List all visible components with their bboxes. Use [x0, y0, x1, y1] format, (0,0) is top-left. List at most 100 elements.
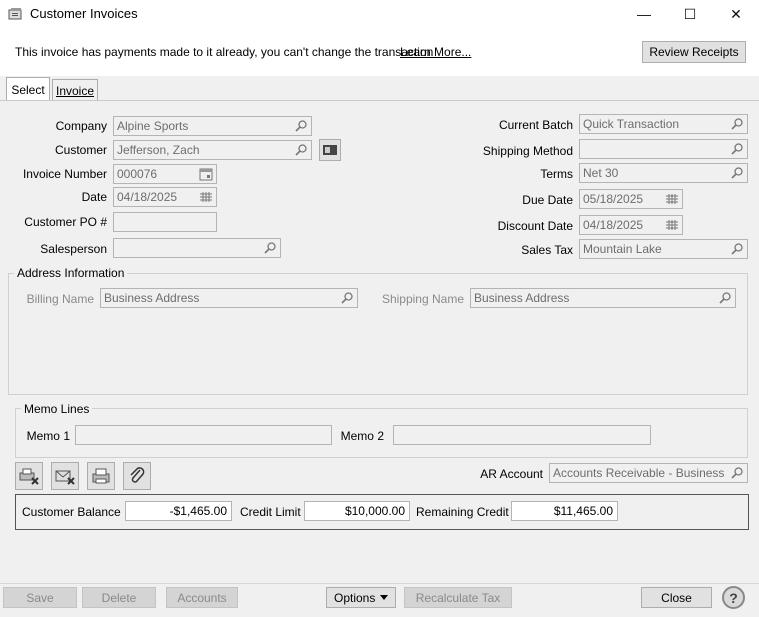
due-date-label: Due Date: [522, 193, 573, 207]
search-icon[interactable]: [718, 291, 732, 305]
search-icon[interactable]: [340, 291, 354, 305]
customer-detail-button[interactable]: [319, 139, 341, 161]
ar-account-value: Accounts Receivable - Business: [553, 466, 725, 480]
close-button[interactable]: Close: [641, 587, 712, 608]
printer-icon: [92, 468, 110, 484]
calendar-icon[interactable]: [665, 192, 679, 206]
print-delete-button[interactable]: [15, 462, 43, 490]
memo1-label: Memo 1: [26, 429, 70, 443]
terms-label: Terms: [540, 167, 573, 181]
bottom-divider: [0, 583, 759, 584]
remaining-credit-value: $11,465.00: [511, 501, 618, 521]
company-field[interactable]: Alpine Sports: [113, 116, 312, 136]
email-delete-button[interactable]: [51, 462, 79, 490]
search-icon[interactable]: [730, 117, 744, 131]
current-batch-label: Current Batch: [498, 118, 573, 132]
search-icon[interactable]: [263, 241, 277, 255]
minimize-button[interactable]: —: [621, 0, 667, 28]
customer-balance-label: Customer Balance: [22, 505, 121, 519]
date-field[interactable]: 04/18/2025: [113, 187, 217, 207]
search-icon[interactable]: [730, 142, 744, 156]
window-title: Customer Invoices: [30, 6, 138, 21]
search-icon[interactable]: [294, 119, 308, 133]
shipping-name-label: Shipping Name: [381, 292, 464, 306]
shipping-name-field[interactable]: Business Address: [470, 288, 736, 308]
sales-tax-field[interactable]: Mountain Lake: [579, 239, 748, 259]
search-icon[interactable]: [730, 466, 744, 480]
invoice-number-field[interactable]: 000076: [113, 164, 217, 184]
help-icon: ?: [729, 589, 738, 606]
calendar-icon[interactable]: [665, 218, 679, 232]
discount-date-value: 04/18/2025: [583, 218, 644, 232]
calendar-icon[interactable]: [199, 190, 213, 204]
customer-balance-value: -$1,465.00: [125, 501, 232, 521]
review-receipts-button[interactable]: Review Receipts: [642, 41, 746, 63]
print-button[interactable]: [87, 462, 115, 490]
tab-select[interactable]: Select: [6, 77, 50, 101]
salesperson-field[interactable]: [113, 238, 281, 258]
customer-po-field[interactable]: [113, 212, 217, 232]
current-batch-field[interactable]: Quick Transaction: [579, 114, 748, 134]
maximize-button[interactable]: ☐: [667, 0, 713, 28]
memo2-label: Memo 2: [340, 429, 384, 443]
ar-account-label: AR Account: [480, 467, 543, 481]
shipping-name-value: Business Address: [474, 291, 570, 305]
maximize-icon: ☐: [683, 5, 697, 22]
billing-name-value: Business Address: [104, 291, 200, 305]
date-label: Date: [81, 190, 107, 204]
search-icon[interactable]: [294, 143, 308, 157]
due-date-field[interactable]: 05/18/2025: [579, 189, 683, 209]
shipping-method-field[interactable]: [579, 139, 748, 159]
paperclip-icon: [130, 467, 145, 483]
billing-name-field[interactable]: Business Address: [100, 288, 358, 308]
search-icon[interactable]: [730, 242, 744, 256]
company-value: Alpine Sports: [117, 119, 189, 133]
sales-tax-label: Sales Tax: [521, 243, 573, 257]
search-icon[interactable]: [730, 166, 744, 180]
due-date-value: 05/18/2025: [583, 192, 644, 206]
salesperson-label: Salesperson: [40, 242, 107, 256]
attachment-button[interactable]: [123, 462, 151, 490]
customer-field[interactable]: Jefferson, Zach: [113, 140, 312, 160]
shipping-method-label: Shipping Method: [482, 144, 573, 158]
recalculate-tax-button[interactable]: Recalculate Tax: [404, 587, 512, 608]
options-label: Options: [334, 590, 376, 605]
discount-date-field[interactable]: 04/18/2025: [579, 215, 683, 235]
calendar-icon[interactable]: [199, 167, 213, 181]
notice-text: This invoice has payments made to it alr…: [15, 45, 434, 59]
tab-invoice[interactable]: Invoice: [52, 79, 98, 101]
company-label: Company: [55, 119, 107, 133]
remaining-credit-label: Remaining Credit: [416, 505, 509, 519]
invoice-number-value: 000076: [117, 167, 158, 181]
customer-po-label: Customer PO #: [24, 215, 107, 229]
credit-limit-label: Credit Limit: [240, 505, 301, 519]
close-window-button[interactable]: ✕: [713, 0, 759, 28]
date-value: 04/18/2025: [117, 190, 178, 204]
memo2-field[interactable]: [393, 425, 651, 445]
chevron-down-icon: [380, 595, 388, 600]
delete-button[interactable]: Delete: [82, 587, 156, 608]
invoice-number-label: Invoice Number: [22, 167, 107, 181]
app-icon: [8, 6, 24, 22]
terms-field[interactable]: Net 30: [579, 163, 748, 183]
print-cancel-icon: [19, 468, 39, 485]
customer-card-icon: [323, 145, 337, 155]
discount-date-label: Discount Date: [497, 219, 573, 233]
customer-value: Jefferson, Zach: [117, 143, 200, 157]
memo-group-title: Memo Lines: [21, 402, 93, 416]
billing-name-label: Billing Name: [26, 292, 94, 306]
learn-more-link[interactable]: Learn More...: [400, 45, 471, 59]
help-button[interactable]: ?: [722, 586, 745, 609]
credit-limit-value: $10,000.00: [304, 501, 410, 521]
close-icon: ✕: [730, 5, 742, 22]
customer-label: Customer: [54, 143, 107, 157]
minimize-icon: —: [637, 6, 651, 22]
options-dropdown[interactable]: Options: [326, 587, 396, 608]
sales-tax-value: Mountain Lake: [583, 242, 662, 256]
memo1-field[interactable]: [75, 425, 332, 445]
save-button[interactable]: Save: [3, 587, 77, 608]
terms-value: Net 30: [583, 166, 619, 180]
accounts-button[interactable]: Accounts: [166, 587, 238, 608]
current-batch-value: Quick Transaction: [583, 117, 680, 131]
ar-account-field[interactable]: Accounts Receivable - Business: [549, 463, 748, 483]
